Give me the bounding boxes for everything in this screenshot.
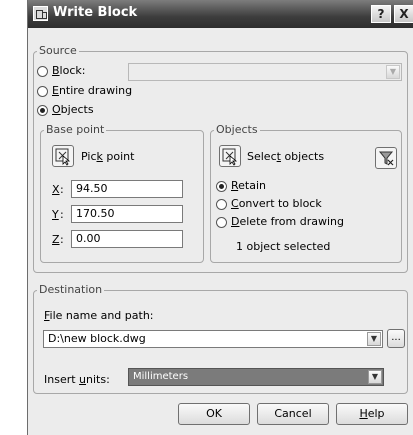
select-objects-label: Select objects [247,150,325,163]
pick-point-label: Pick point [81,150,135,163]
x-field[interactable]: 94.50 [71,180,183,198]
file-path-combobox[interactable]: D:\new block.dwg ▼ [43,330,383,348]
insert-units-value: Millimeters [133,371,189,382]
block-dropdown[interactable]: ▼ [128,63,402,81]
y-colon: : [60,208,64,221]
write-block-icon [33,6,48,21]
file-path-value: D:\new block.dwg [48,332,146,345]
cancel-button[interactable]: Cancel [257,403,329,425]
file-name-label: File name and path: [44,309,154,322]
help-button[interactable]: Help [336,403,408,425]
objects-radio[interactable] [37,105,48,116]
convert-to-block-label: Convert to block [231,197,322,210]
browse-button[interactable]: ... [387,329,405,348]
y-field[interactable]: 170.50 [71,205,183,223]
chevron-down-icon: ▼ [386,65,400,79]
entire-drawing-label: Entire drawing [52,84,133,97]
pick-point-button[interactable] [52,145,74,167]
select-objects-button[interactable] [219,145,241,167]
title-bar: Write Block ? X [28,0,413,28]
entire-drawing-radio[interactable] [37,86,48,97]
z-label: Z [52,233,60,246]
pick-point-icon [55,148,71,166]
objects-radio-label: Objects [52,103,94,116]
block-radio-label: Block: [52,64,86,77]
dialog-title: Write Block [53,5,138,20]
x-colon: : [60,183,64,196]
write-block-dialog: Write Block ? X Source Block: ▼ Entire d… [27,0,413,435]
help-title-button[interactable]: ? [371,5,391,23]
convert-to-block-radio[interactable] [216,199,227,210]
selection-status: 1 object selected [236,240,331,253]
block-radio[interactable] [37,66,48,77]
base-point-label: Base point [44,123,107,136]
insert-units-dropdown[interactable]: Millimeters ▼ [128,368,384,386]
close-button[interactable]: X [394,5,413,23]
objects-group-label: Objects [214,123,260,136]
source-label: Source [37,44,79,57]
retain-label: Retain [231,179,267,192]
y-label: Y [52,208,59,221]
delete-from-drawing-radio[interactable] [216,217,227,228]
quick-select-button[interactable] [375,147,397,169]
destination-label: Destination [37,283,105,296]
chevron-down-icon[interactable]: ▼ [367,332,381,346]
select-objects-icon [222,148,238,166]
retain-radio[interactable] [216,181,227,192]
z-field[interactable]: 0.00 [71,230,183,248]
quick-select-filter-icon [378,151,394,166]
x-label: X [52,183,60,196]
chevron-down-icon[interactable]: ▼ [368,370,382,384]
insert-units-label: Insert units: [44,373,110,386]
z-colon: : [60,233,64,246]
ok-button[interactable]: OK [178,403,250,425]
delete-from-drawing-label: Delete from drawing [231,215,345,228]
